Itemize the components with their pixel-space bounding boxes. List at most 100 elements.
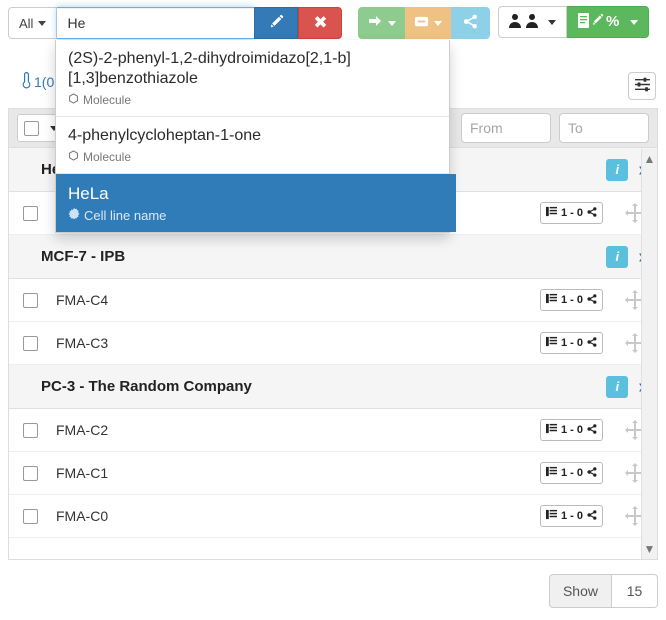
table-row[interactable]: FMA-C4 1 - 0 — [9, 279, 657, 322]
count-badge-text: 1 - 0 — [561, 510, 583, 522]
share-icon — [587, 337, 597, 350]
autocomplete-item[interactable]: (2S)-2-phenyl-1,2-dihydroimidazo[2,1-b][… — [56, 40, 449, 117]
row-label: FMA-C3 — [56, 335, 108, 351]
search-input-group: All ✖ — [8, 7, 342, 39]
group-header[interactable]: MCF-7 - IPB i › — [9, 235, 657, 279]
info-badge[interactable]: i — [606, 246, 628, 268]
temperature-value: 1(0 — [34, 74, 54, 90]
table-row[interactable]: FMA-C3 1 - 0 — [9, 322, 657, 365]
application-root: All ✖ — [0, 0, 666, 620]
autocomplete-item-type: Cell line name — [68, 208, 444, 223]
autocomplete-item[interactable]: 4-phenylcycloheptan-1-one Molecule — [56, 117, 449, 174]
range-filter — [461, 113, 649, 143]
arrow-right-icon — [367, 15, 383, 32]
assign-report-group: % — [498, 6, 649, 38]
remove-button[interactable] — [405, 7, 451, 39]
show-button[interactable]: Show — [549, 574, 612, 608]
table-row[interactable]: FMA-C0 1 - 0 — [9, 495, 657, 538]
count-badge[interactable]: 1 - 0 — [540, 505, 603, 527]
hexagon-icon — [68, 150, 79, 164]
table-row[interactable]: FMA-C2 1 - 0 — [9, 409, 657, 452]
share-button[interactable] — [451, 7, 490, 39]
caret-down-icon — [388, 21, 396, 26]
autocomplete-item-type-label: Molecule — [83, 150, 131, 164]
thermometer-icon — [22, 72, 31, 92]
share-icon — [463, 14, 478, 32]
page-size-input[interactable] — [612, 574, 658, 608]
autocomplete-item-title: 4-phenylcycloheptan-1-one — [68, 126, 437, 146]
report-button[interactable]: % — [567, 6, 649, 38]
share-icon — [587, 294, 597, 307]
count-badge-text: 1 - 0 — [561, 467, 583, 479]
assign-people-button[interactable] — [498, 6, 567, 38]
count-badge[interactable]: 1 - 0 — [540, 202, 603, 224]
minus-square-icon — [414, 14, 429, 32]
autocomplete-item-type-label: Cell line name — [84, 208, 166, 223]
cell-icon — [68, 208, 80, 223]
autocomplete-item-type: Molecule — [68, 93, 437, 107]
info-badge[interactable]: i — [606, 159, 628, 181]
search-scope-label: All — [19, 16, 33, 31]
autocomplete-item-type: Molecule — [68, 150, 437, 164]
search-input[interactable] — [57, 7, 254, 39]
temperature-indicator[interactable]: 1(0 — [22, 72, 54, 92]
document-pencil-percent-icon: % — [577, 12, 625, 32]
group-header[interactable]: PC-3 - The Random Company i › — [9, 365, 657, 409]
list-icon — [546, 293, 557, 307]
group-title: PC-3 - The Random Company — [41, 378, 252, 395]
count-badge-text: 1 - 0 — [561, 294, 583, 306]
to-input[interactable] — [559, 113, 649, 143]
edit-search-button[interactable] — [254, 7, 298, 39]
row-label: FMA-C0 — [56, 508, 108, 524]
row-label: FMA-C4 — [56, 292, 108, 308]
row-checkbox[interactable] — [23, 509, 38, 524]
checkbox-icon[interactable] — [24, 121, 39, 136]
count-badge[interactable]: 1 - 0 — [540, 419, 603, 441]
chevron-down-icon[interactable]: ▼ — [644, 542, 656, 556]
show-label: Show — [563, 583, 598, 599]
info-badge[interactable]: i — [606, 376, 628, 398]
chevron-up-icon[interactable]: ▲ — [644, 152, 656, 166]
autocomplete-dropdown: (2S)-2-phenyl-1,2-dihydroimidazo[2,1-b][… — [55, 40, 450, 233]
share-icon — [587, 424, 597, 437]
caret-down-icon — [434, 21, 442, 26]
share-icon — [587, 467, 597, 480]
row-label: FMA-C2 — [56, 422, 108, 438]
hexagon-icon — [68, 93, 79, 107]
filter-settings-button[interactable] — [628, 72, 656, 100]
people-icon — [509, 13, 543, 32]
move-to-button[interactable] — [358, 7, 405, 39]
count-badge[interactable]: 1 - 0 — [540, 289, 603, 311]
autocomplete-item-selected[interactable]: HeLa Cell line name — [56, 174, 456, 232]
svg-text:%: % — [606, 13, 619, 29]
row-checkbox[interactable] — [23, 423, 38, 438]
row-checkbox[interactable] — [23, 336, 38, 351]
share-icon — [587, 510, 597, 523]
row-label: FMA-C1 — [56, 465, 108, 481]
search-scope-dropdown[interactable]: All — [8, 7, 57, 39]
action-button-group — [358, 7, 490, 39]
count-badge[interactable]: 1 - 0 — [540, 332, 603, 354]
times-icon: ✖ — [313, 13, 327, 33]
pagination-controls: Show — [549, 574, 658, 608]
sliders-icon — [634, 76, 651, 96]
count-badge[interactable]: 1 - 0 — [540, 462, 603, 484]
group-title: MCF-7 - IPB — [41, 248, 125, 265]
row-checkbox[interactable] — [23, 466, 38, 481]
count-badge-text: 1 - 0 — [561, 337, 583, 349]
from-input[interactable] — [461, 113, 551, 143]
autocomplete-item-type-label: Molecule — [83, 93, 131, 107]
list-icon — [546, 423, 557, 437]
list-icon — [546, 466, 557, 480]
list-icon — [546, 509, 557, 523]
count-badge-text: 1 - 0 — [561, 207, 583, 219]
list-icon — [546, 206, 557, 220]
caret-down-icon — [38, 21, 46, 26]
row-checkbox[interactable] — [23, 293, 38, 308]
share-icon — [587, 207, 597, 220]
row-checkbox[interactable] — [23, 206, 38, 221]
autocomplete-item-title: (2S)-2-phenyl-1,2-dihydroimidazo[2,1-b][… — [68, 49, 437, 89]
table-row[interactable]: FMA-C1 1 - 0 — [9, 452, 657, 495]
clear-search-button[interactable]: ✖ — [298, 7, 342, 39]
list-scrollbar[interactable]: ▲ ▼ — [641, 149, 657, 559]
